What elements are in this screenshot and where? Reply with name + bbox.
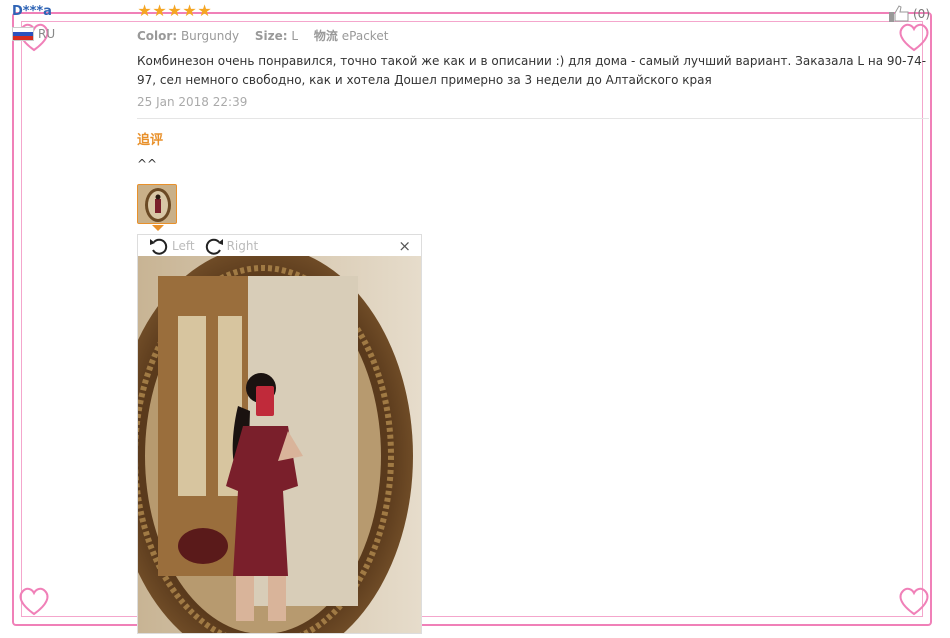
- rotate-right-label: Right: [226, 238, 259, 253]
- rotate-right-button[interactable]: Right: [203, 236, 259, 256]
- star-icon: ★: [197, 1, 212, 20]
- followup-title: 追评: [137, 133, 164, 148]
- country-code: RU: [38, 27, 56, 41]
- divider: [137, 118, 929, 119]
- star-rating: ★★★★★: [137, 2, 932, 20]
- followup-text: ^^: [137, 157, 158, 171]
- attr-shipping: 物流 ePacket: [313, 29, 389, 43]
- reviewer-name[interactable]: D***a: [12, 4, 122, 19]
- star-icon: ★: [167, 1, 182, 20]
- heart-icon: [19, 587, 49, 616]
- star-icon: ★: [137, 1, 152, 20]
- thumbs-up-icon: [889, 5, 909, 22]
- photo-thumbnail[interactable]: [137, 184, 177, 224]
- attr-color: Color: Burgundy: [137, 29, 240, 43]
- review-photo: [138, 256, 421, 633]
- review-text: Комбинезон очень понравился, точно такой…: [137, 54, 927, 87]
- reviewer-country: RU: [12, 27, 122, 41]
- helpful-button[interactable]: (0): [888, 5, 930, 23]
- star-icon: ★: [182, 1, 197, 20]
- rotate-left-label: Left: [172, 238, 195, 253]
- attr-size: Size: L: [254, 29, 299, 43]
- review-date: 25 Jan 2018 22:39: [137, 95, 248, 109]
- helpful-count: (0): [913, 7, 930, 21]
- star-icon: ★: [152, 1, 167, 20]
- thumbnail-image: [138, 185, 176, 223]
- viewer-toolbar: Left Right ×: [138, 235, 421, 256]
- review-body: ★★★★★ Color: Burgundy Size: L 物流 ePacket…: [137, 2, 932, 171]
- rotate-right-icon: [205, 238, 223, 255]
- thumbnail-pointer: [152, 225, 164, 231]
- order-attributes: Color: Burgundy Size: L 物流 ePacket: [137, 27, 932, 44]
- rotate-left-icon: [150, 238, 168, 255]
- close-viewer-button[interactable]: ×: [398, 237, 411, 255]
- reviewer-info: D***a RU: [12, 4, 122, 41]
- russia-flag-icon: [12, 27, 34, 41]
- image-viewer: Left Right ×: [137, 234, 422, 634]
- rotate-left-button[interactable]: Left: [148, 236, 195, 256]
- heart-icon: [899, 587, 929, 616]
